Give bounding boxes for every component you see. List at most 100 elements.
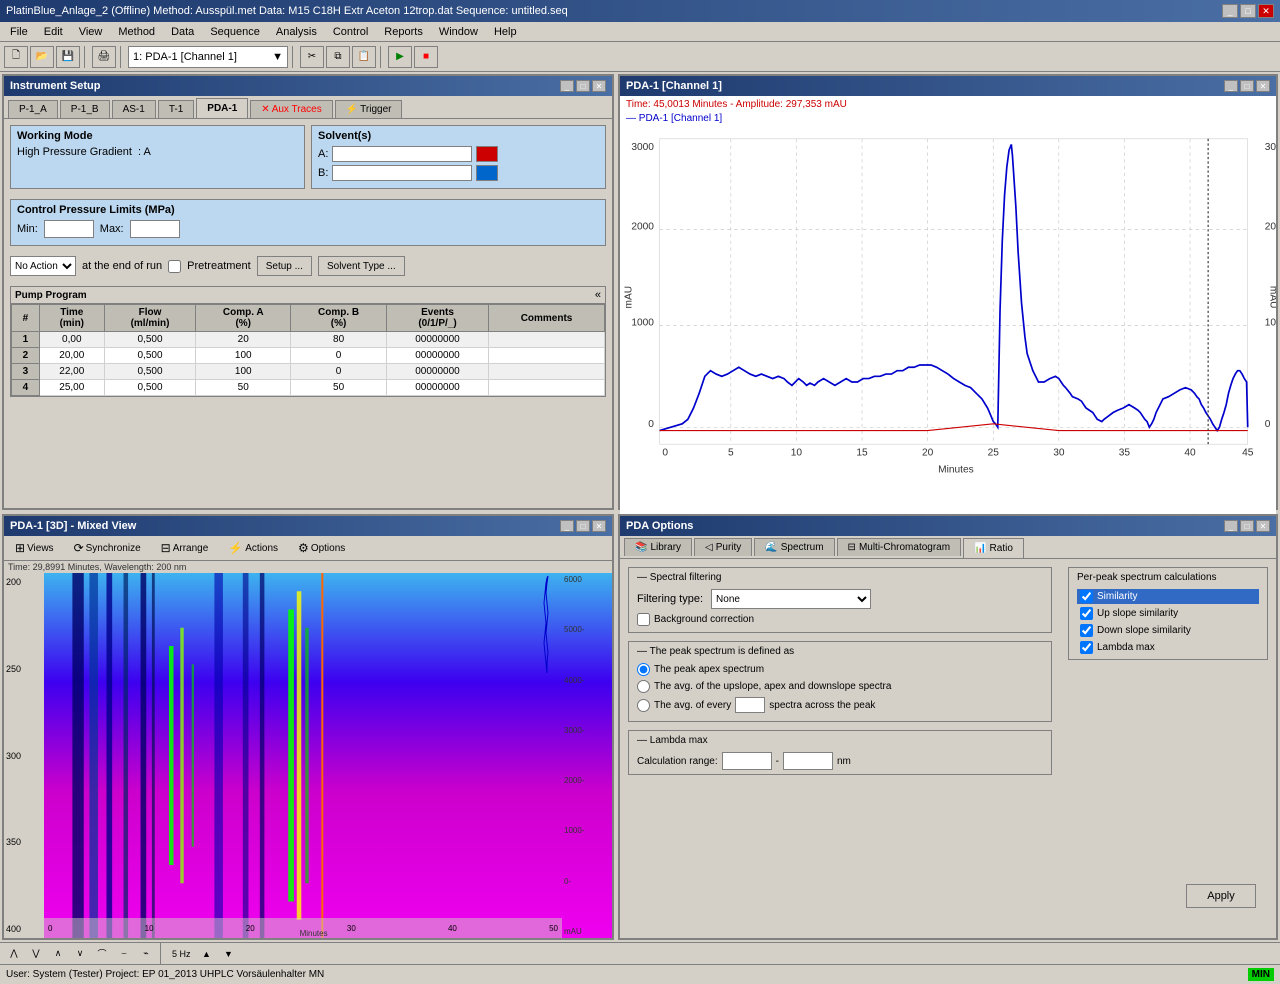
- synchronize-btn[interactable]: ⟳ Synchronize: [67, 538, 148, 558]
- similarity-checkbox[interactable]: [1080, 590, 1093, 603]
- btb-btn-2[interactable]: ⋁: [26, 945, 46, 963]
- menu-control[interactable]: Control: [325, 24, 376, 40]
- row-compb[interactable]: 0: [291, 348, 387, 364]
- min-input[interactable]: 2,0: [44, 220, 94, 238]
- row-time[interactable]: 0,00: [39, 332, 104, 348]
- row-events[interactable]: 00000000: [386, 332, 488, 348]
- paste-btn[interactable]: 📋: [352, 46, 376, 68]
- print-btn[interactable]: 🖨: [92, 46, 116, 68]
- views-btn[interactable]: ⊞ Views: [8, 538, 61, 558]
- btb-btn-7[interactable]: ⌁: [136, 945, 156, 963]
- tab-pda1[interactable]: PDA-1: [196, 98, 248, 118]
- solvent-type-btn[interactable]: Solvent Type ...: [318, 256, 405, 276]
- maximize-btn[interactable]: □: [1240, 4, 1256, 18]
- tab-p1a[interactable]: P-1_A: [8, 100, 58, 118]
- row-events[interactable]: 00000000: [386, 380, 488, 396]
- end-action-select[interactable]: No Action: [10, 256, 76, 276]
- btb-btn-6[interactable]: ⌣: [114, 945, 134, 963]
- filter-type-select[interactable]: None: [711, 589, 871, 609]
- tab-aux-traces[interactable]: ✕ Aux Traces: [250, 100, 332, 118]
- arrange-btn[interactable]: ⊟ Arrange: [154, 538, 216, 558]
- mixed-maximize[interactable]: □: [576, 520, 590, 532]
- btb-down[interactable]: ▼: [219, 945, 239, 963]
- btb-btn-4[interactable]: ∨: [70, 945, 90, 963]
- cut-btn[interactable]: ✂: [300, 46, 324, 68]
- panel-close[interactable]: ✕: [592, 80, 606, 92]
- menu-data[interactable]: Data: [163, 24, 202, 40]
- menu-analysis[interactable]: Analysis: [268, 24, 325, 40]
- row-flow[interactable]: 0,500: [104, 348, 195, 364]
- menu-help[interactable]: Help: [486, 24, 525, 40]
- row-comments[interactable]: [489, 348, 605, 364]
- tab-t1[interactable]: T-1: [158, 100, 194, 118]
- tab-purity[interactable]: ◁ Purity: [694, 538, 752, 556]
- btb-btn-5[interactable]: ⌒: [92, 945, 112, 963]
- options-btn[interactable]: ⚙ Options: [291, 538, 352, 558]
- tab-library[interactable]: 📚 Library: [624, 538, 692, 556]
- copy-btn[interactable]: ⧉: [326, 46, 350, 68]
- row-flow[interactable]: 0,500: [104, 380, 195, 396]
- btb-btn-3[interactable]: ∧: [48, 945, 68, 963]
- row-compa[interactable]: 50: [196, 380, 291, 396]
- row-events[interactable]: 00000000: [386, 364, 488, 380]
- row-compa[interactable]: 20: [196, 332, 291, 348]
- chrom-close[interactable]: ✕: [1256, 80, 1270, 92]
- avg-upslope-radio[interactable]: [637, 680, 650, 693]
- tab-spectrum[interactable]: 🌊 Spectrum: [754, 538, 834, 556]
- solvent-b-input[interactable]: [332, 165, 472, 181]
- menu-window[interactable]: Window: [431, 24, 486, 40]
- tab-as1[interactable]: AS-1: [112, 100, 156, 118]
- pretreatment-checkbox[interactable]: [168, 260, 181, 273]
- tab-ratio[interactable]: 📊 Ratio: [963, 538, 1024, 558]
- row-time[interactable]: 25,00: [39, 380, 104, 396]
- row-time[interactable]: 20,00: [39, 348, 104, 364]
- stop-btn[interactable]: ■: [414, 46, 438, 68]
- actions-btn[interactable]: ⚡ Actions: [221, 538, 285, 558]
- mixed-minimize[interactable]: _: [560, 520, 574, 532]
- menu-view[interactable]: View: [71, 24, 111, 40]
- run-btn[interactable]: ▶: [388, 46, 412, 68]
- row-comments[interactable]: [489, 364, 605, 380]
- row-compa[interactable]: 100: [196, 364, 291, 380]
- pda-maximize[interactable]: □: [1240, 520, 1254, 532]
- pda-close[interactable]: ✕: [1256, 520, 1270, 532]
- row-flow[interactable]: 0,500: [104, 364, 195, 380]
- menu-edit[interactable]: Edit: [36, 24, 71, 40]
- row-compb[interactable]: 0: [291, 364, 387, 380]
- channel-dropdown[interactable]: 1: PDA-1 [Channel 1] ▼: [128, 46, 288, 68]
- save-btn[interactable]: 💾: [56, 46, 80, 68]
- tab-multi-chromatogram[interactable]: ⊟ Multi-Chromatogram: [837, 538, 962, 556]
- menu-file[interactable]: File: [2, 24, 36, 40]
- chrom-minimize[interactable]: _: [1224, 80, 1238, 92]
- open-btn[interactable]: 📂: [30, 46, 54, 68]
- up-slope-checkbox[interactable]: [1080, 607, 1093, 620]
- minimize-btn[interactable]: _: [1222, 4, 1238, 18]
- menu-method[interactable]: Method: [110, 24, 163, 40]
- lambda-max-input[interactable]: 950.0: [783, 752, 833, 770]
- btb-btn-1[interactable]: ⋀: [4, 945, 24, 963]
- row-flow[interactable]: 0,500: [104, 332, 195, 348]
- avg-every-radio[interactable]: [637, 699, 650, 712]
- tab-p1b[interactable]: P-1_B: [60, 100, 110, 118]
- lambda-min-input[interactable]: 190.0: [722, 752, 772, 770]
- down-slope-checkbox[interactable]: [1080, 624, 1093, 637]
- btb-up[interactable]: ▲: [197, 945, 217, 963]
- close-btn[interactable]: ✕: [1258, 4, 1274, 18]
- row-compb[interactable]: 80: [291, 332, 387, 348]
- pump-collapse[interactable]: «: [591, 287, 605, 303]
- panel-minimize[interactable]: _: [560, 80, 574, 92]
- row-comments[interactable]: [489, 332, 605, 348]
- avg-value-input[interactable]: 2: [735, 697, 765, 713]
- bg-correction-checkbox[interactable]: [637, 613, 650, 626]
- panel-maximize[interactable]: □: [576, 80, 590, 92]
- mixed-close[interactable]: ✕: [592, 520, 606, 532]
- menu-reports[interactable]: Reports: [376, 24, 431, 40]
- setup-btn[interactable]: Setup ...: [257, 256, 312, 276]
- pda-minimize[interactable]: _: [1224, 520, 1238, 532]
- row-compa[interactable]: 100: [196, 348, 291, 364]
- lambda-max-checkbox[interactable]: [1080, 641, 1093, 654]
- new-btn[interactable]: 🗋: [4, 46, 28, 68]
- row-comments[interactable]: [489, 380, 605, 396]
- row-time[interactable]: 22,00: [39, 364, 104, 380]
- max-input[interactable]: 60,0: [130, 220, 180, 238]
